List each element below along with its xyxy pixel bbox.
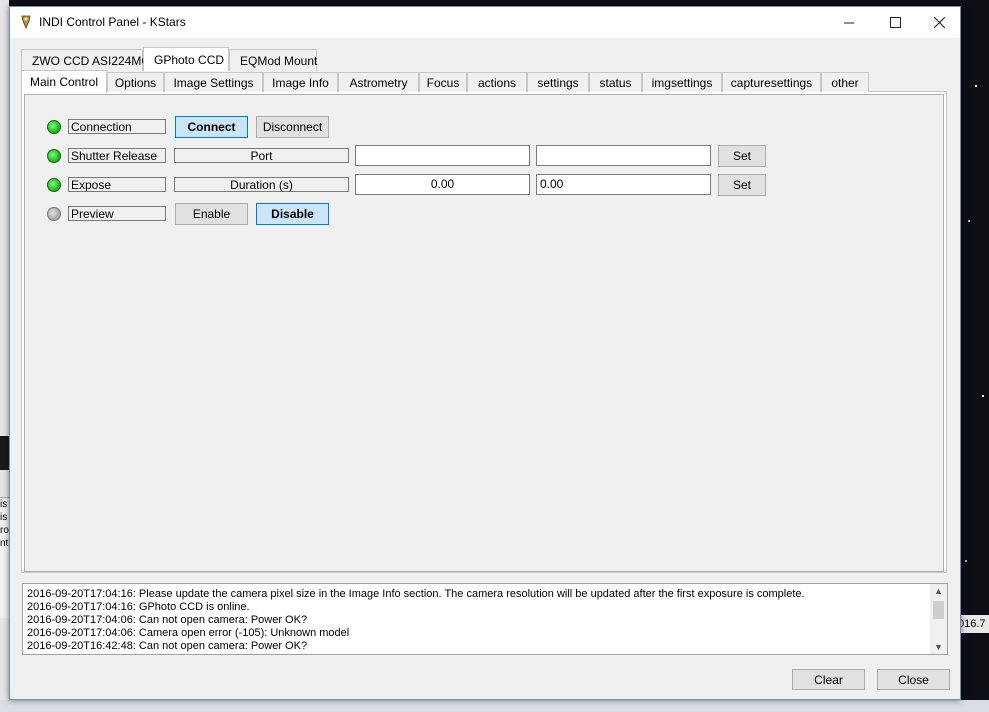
- element-label: Duration (s): [174, 177, 349, 192]
- property-label: Preview: [68, 206, 166, 221]
- tab-image-settings[interactable]: Image Settings: [164, 72, 263, 92]
- preview-enable-button[interactable]: Enable: [175, 203, 248, 225]
- maximize-button[interactable]: [872, 7, 918, 38]
- status-led-idle: [47, 207, 61, 221]
- sky-star: [968, 220, 970, 222]
- property-label: Shutter Release: [68, 148, 166, 163]
- scroll-down-arrow-icon[interactable]: ▼: [930, 640, 947, 654]
- exposure-duration-current-field: 0.00: [355, 174, 530, 195]
- background-status-text: 016.7: [958, 615, 989, 633]
- tab-other[interactable]: other: [821, 72, 869, 92]
- sky-star: [965, 560, 967, 562]
- tab-image-info[interactable]: Image Info: [263, 72, 338, 92]
- status-led-ok: [47, 178, 61, 192]
- background-dark-strip: [0, 436, 9, 470]
- indi-control-panel-window: INDI Control Panel - KStars ZWO CCD ASI2…: [9, 6, 961, 700]
- log-entry: 2016-09-20T17:04:16: GPhoto CCD is onlin…: [27, 601, 250, 613]
- background-text-line: ro: [0, 525, 9, 536]
- minimize-icon: [843, 22, 854, 24]
- disconnect-button[interactable]: Disconnect: [256, 116, 329, 138]
- tab-device-zwo-ccd[interactable]: ZWO CCD ASI224MC: [21, 49, 150, 71]
- tab-device-gphoto-ccd[interactable]: GPhoto CCD: [143, 47, 229, 71]
- shutter-port-input[interactable]: [536, 145, 711, 166]
- exposure-duration-input[interactable]: 0.00: [536, 174, 711, 195]
- connect-button[interactable]: Connect: [175, 116, 248, 138]
- log-scrollbar[interactable]: ▲ ▼: [930, 584, 947, 654]
- sky-star: [982, 395, 984, 397]
- close-icon: [933, 17, 945, 28]
- maximize-icon: [889, 17, 901, 28]
- tab-device-eqmod-mount[interactable]: EQMod Mount: [229, 49, 317, 71]
- tab-imgsettings[interactable]: imgsettings: [642, 72, 722, 92]
- tab-capturesettings[interactable]: capturesettings: [722, 72, 821, 92]
- preview-disable-button[interactable]: Disable: [256, 203, 329, 225]
- tab-actions[interactable]: actions: [467, 72, 527, 92]
- shutter-port-current-field: [355, 145, 530, 166]
- window-title: INDI Control Panel - KStars: [39, 15, 186, 29]
- tab-main-control[interactable]: Main Control: [21, 70, 107, 93]
- log-entry: 2016-09-20T17:04:16: Please update the c…: [27, 588, 805, 600]
- background-text-line: is: [0, 512, 8, 523]
- expose-set-button[interactable]: Set: [718, 174, 766, 196]
- tab-focus[interactable]: Focus: [419, 72, 467, 92]
- tab-settings[interactable]: settings: [527, 72, 589, 92]
- background-text-line: nt: [0, 538, 9, 549]
- close-window-button[interactable]: [916, 7, 962, 38]
- close-button[interactable]: Close: [877, 669, 950, 690]
- background-bottom-strip: [0, 700, 989, 712]
- minimize-button[interactable]: [826, 7, 872, 38]
- log-entry: 2016-09-20T17:04:06: Can not open camera…: [27, 614, 308, 626]
- element-label: Port: [174, 148, 349, 163]
- shutter-set-button[interactable]: Set: [718, 145, 766, 167]
- tab-astrometry[interactable]: Astrometry: [338, 72, 419, 92]
- background-text-line: is: [0, 499, 8, 510]
- log-entry: 2016-09-20T17:04:06: Camera open error (…: [27, 627, 350, 639]
- log-entry: 2016-09-20T16:42:48: Can not open camera…: [27, 640, 308, 652]
- status-led-ok: [47, 120, 61, 134]
- tab-options[interactable]: Options: [107, 72, 164, 92]
- main-control-panel: Connection Connect Disconnect Shutter Re…: [24, 94, 944, 572]
- tab-status[interactable]: status: [589, 72, 642, 92]
- clear-log-button[interactable]: Clear: [792, 669, 865, 690]
- title-bar[interactable]: INDI Control Panel - KStars: [10, 7, 960, 38]
- status-led-ok: [47, 149, 61, 163]
- sky-star: [975, 85, 977, 87]
- scroll-up-arrow-icon[interactable]: ▲: [930, 584, 947, 598]
- scrollbar-thumb[interactable]: [933, 601, 944, 619]
- background-window-left: is is ro nt: [0, 0, 9, 712]
- property-label: Connection: [68, 119, 166, 134]
- background-text-panel: is is ro nt: [0, 497, 9, 618]
- message-log[interactable]: 2016-09-20T17:04:16: Please update the c…: [22, 583, 948, 655]
- property-label: Expose: [68, 177, 166, 192]
- kstars-app-icon: [21, 15, 31, 29]
